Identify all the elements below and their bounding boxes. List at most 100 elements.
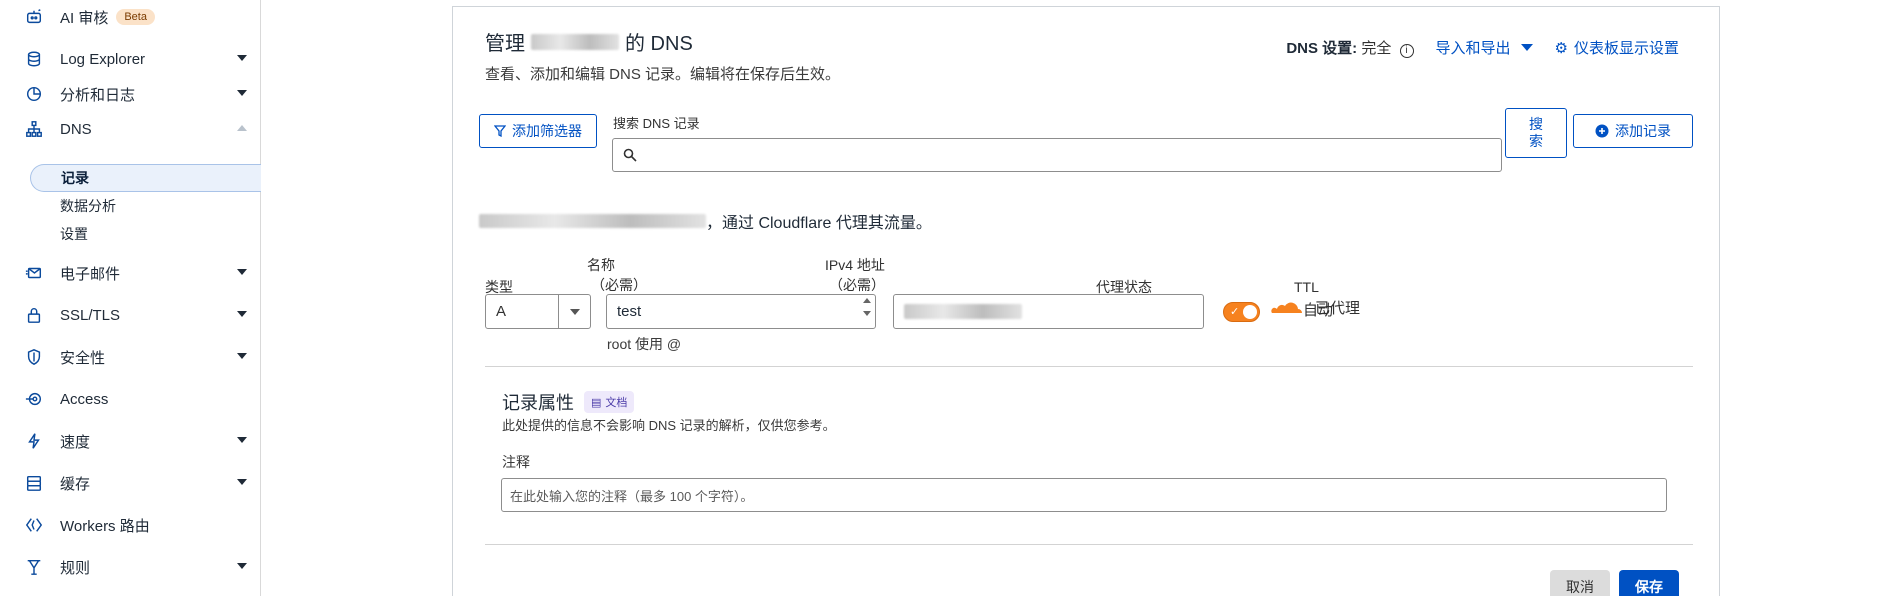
record-attributes-description: 此处提供的信息不会影响 DNS 记录的解析，仅供您参考。 [502, 418, 836, 433]
import-export-label: 导入和导出 [1435, 40, 1511, 57]
sidebar-item-speed[interactable]: 速度 [0, 420, 261, 462]
sidebar-item-workers-routes[interactable]: Workers 路由 [0, 504, 261, 546]
proxy-note-text: ，通过 Cloudflare 代理其流量。 [706, 215, 932, 232]
sidebar-item-label: 缓存 [60, 475, 91, 493]
ipv4-input[interactable] [893, 294, 1204, 329]
proxy-toggle[interactable]: ✓ [1223, 302, 1260, 322]
chevron-down-icon [237, 90, 247, 96]
sidebar-item-security[interactable]: 安全性 [0, 336, 261, 378]
sidebar-item-label: Access [60, 390, 109, 408]
sidebar-subitem-analytics[interactable]: 数据分析 [30, 192, 261, 220]
type-select[interactable]: A [485, 294, 591, 329]
chevron-down-icon [237, 55, 247, 61]
sidebar-item-dns[interactable]: DNS [0, 108, 261, 150]
name-input[interactable]: test [606, 294, 876, 329]
dns-setting-label: DNS 设置: [1286, 40, 1358, 57]
redacted-record-info [479, 214, 706, 228]
dashboard-display-settings-link[interactable]: ⚙ 仪表板显示设置 [1555, 37, 1679, 58]
name-value: test [617, 303, 642, 320]
search-input[interactable] [612, 138, 1502, 172]
import-export-dropdown[interactable]: 导入和导出 [1436, 37, 1533, 58]
sidebar-item-label: AI 审核 [60, 9, 109, 27]
redacted-domain [531, 33, 619, 50]
beta-badge: Beta [116, 9, 155, 25]
chevron-down-icon [237, 269, 247, 275]
rules-icon [24, 557, 44, 577]
spinner-arrows-icon [863, 298, 871, 316]
sidebar-item-label: 安全性 [60, 349, 106, 367]
info-icon[interactable]: i [1399, 43, 1414, 58]
documentation-link[interactable]: ▤ 文档 [584, 391, 635, 413]
workers-icon [24, 515, 44, 535]
dns-icon [24, 119, 44, 139]
sidebar-item-label: DNS [60, 120, 92, 138]
sidebar-item-label: 速度 [60, 433, 91, 451]
page-title: 管理 的 DNS [485, 27, 693, 56]
page-subtitle: 查看、添加和编辑 DNS 记录。编辑将在保存后生效。 [485, 66, 841, 83]
dns-setting-value: 完全 [1361, 40, 1392, 57]
header-actions: DNS 设置: 完全 i 导入和导出 ⚙ 仪表板显示设置 [1286, 37, 1679, 58]
add-filter-button[interactable]: 添加筛选器 [479, 114, 597, 148]
access-icon [24, 389, 44, 409]
chevron-down-icon [558, 295, 590, 328]
sidebar-item-access[interactable]: Access [0, 378, 261, 420]
caret-down-icon [1520, 44, 1533, 51]
record-attributes-label: 记录属性 [502, 393, 574, 413]
gear-icon: ⚙ [1554, 39, 1568, 57]
title-suffix: 的 DNS [625, 33, 693, 55]
ai-audit-icon [24, 7, 44, 27]
sidebar-item-label: Log Explorer [60, 50, 146, 68]
email-icon [24, 263, 44, 283]
chevron-down-icon [237, 353, 247, 359]
chevron-down-icon [237, 437, 247, 443]
search-label: 搜索 DNS 记录 [613, 116, 700, 131]
sidebar-item-label: SSL/TLS [60, 306, 121, 324]
add-record-button[interactable]: 添加记录 [1573, 114, 1693, 148]
chevron-up-icon [237, 125, 247, 131]
proxy-note: ，通过 Cloudflare 代理其流量。 [479, 209, 932, 233]
sidebar: AI 审核 Beta Log Explorer 分析和日志 DNS 记录 数据分… [0, 0, 261, 596]
sidebar-item-label: Workers 路由 [60, 517, 150, 535]
manage-dns-card: 管理 的 DNS 查看、添加和编辑 DNS 记录。编辑将在保存后生效。 DNS … [452, 6, 1720, 596]
sidebar-item-ssl-tls[interactable]: SSL/TLS [0, 294, 261, 336]
add-record-label: 添加记录 [1615, 123, 1671, 139]
filter-icon [494, 125, 506, 137]
sidebar-item-ai-audit[interactable]: AI 审核 Beta [0, 0, 261, 38]
analytics-icon [24, 84, 44, 104]
sidebar-subitem-records[interactable]: 记录 [30, 164, 261, 192]
name-helper: root 使用 @ [607, 336, 682, 352]
title-prefix: 管理 [485, 33, 525, 55]
name-required: （必需） [591, 277, 647, 293]
comment-input[interactable]: 在此处输入您的注释（最多 100 个字符）。 [501, 478, 1667, 512]
record-attributes-title: 记录属性 ▤ 文档 [502, 389, 635, 415]
sidebar-item-rules[interactable]: 规则 [0, 546, 261, 588]
chevron-down-icon [237, 479, 247, 485]
divider [485, 544, 1693, 545]
comment-label: 注释 [502, 454, 530, 470]
cloud-icon [1271, 302, 1302, 313]
log-explorer-icon [24, 49, 44, 69]
sidebar-item-email[interactable]: 电子邮件 [0, 252, 261, 294]
ipv4-label: IPv4 地址 [825, 257, 885, 273]
name-label: 名称 [587, 257, 615, 273]
sidebar-item-cache[interactable]: 缓存 [0, 462, 261, 504]
document-icon: ▤ [591, 396, 602, 409]
check-icon: ✓ [1230, 306, 1240, 318]
ttl-label: TTL [1294, 279, 1319, 295]
cancel-button[interactable]: 取消 [1550, 570, 1610, 596]
lock-icon [24, 305, 44, 325]
save-button[interactable]: 保存 [1619, 570, 1679, 596]
redacted-ip [904, 304, 1022, 319]
lightning-icon [24, 431, 44, 451]
add-filter-label: 添加筛选器 [512, 123, 582, 139]
dns-setting: DNS 设置: 完全 i [1286, 37, 1414, 58]
sidebar-item-label: 分析和日志 [60, 86, 136, 104]
sidebar-item-label: 电子邮件 [60, 265, 121, 283]
search-icon [623, 148, 637, 162]
cache-icon [24, 473, 44, 493]
search-button[interactable]: 搜索 [1505, 108, 1567, 158]
documentation-label: 文档 [605, 397, 628, 409]
divider [485, 366, 1693, 367]
chevron-down-icon [237, 311, 247, 317]
sidebar-subitem-settings[interactable]: 设置 [30, 220, 261, 248]
